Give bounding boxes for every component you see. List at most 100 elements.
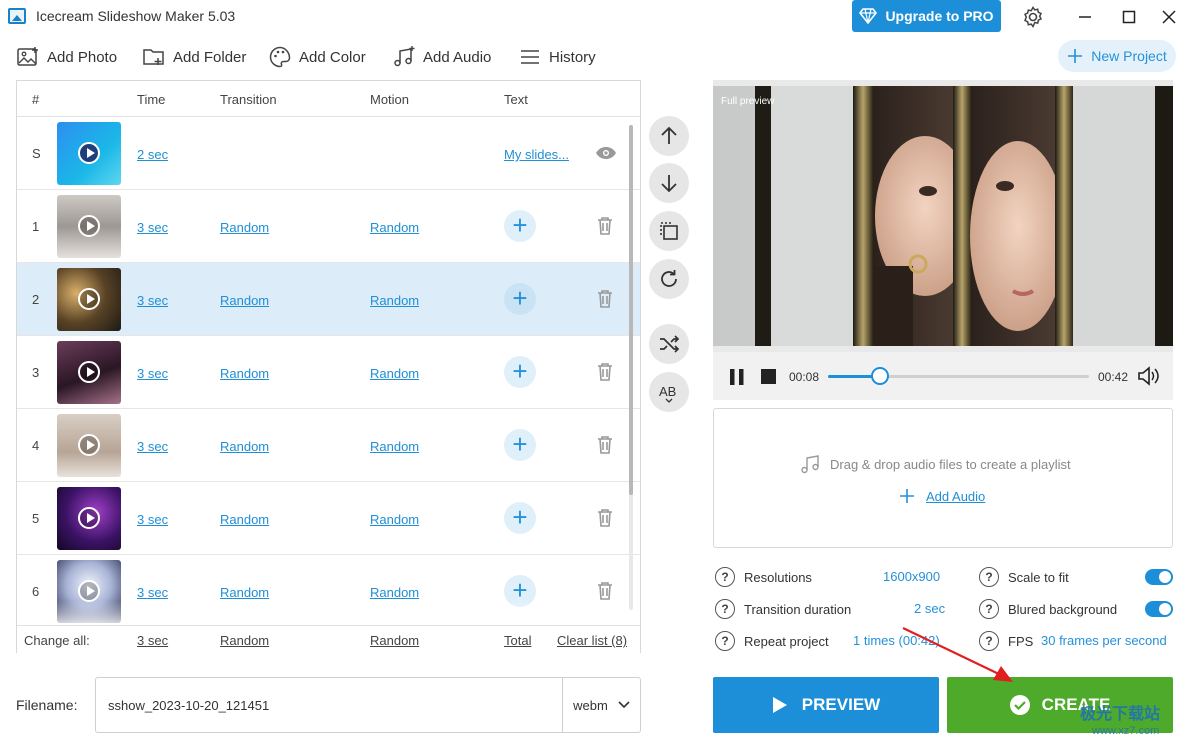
row-time[interactable]: 3 sec xyxy=(137,585,168,600)
photo-thumbnail[interactable] xyxy=(57,414,121,477)
change-all-transition[interactable]: Random xyxy=(220,633,269,648)
plus-icon[interactable] xyxy=(899,488,915,504)
photo-thumbnail[interactable] xyxy=(57,195,121,258)
trash-icon[interactable] xyxy=(596,435,614,455)
audio-drop-zone[interactable]: Drag & drop audio files to create a play… xyxy=(713,408,1173,548)
add-audio-button[interactable]: Add Audio xyxy=(392,44,491,70)
scale-to-fit-toggle[interactable] xyxy=(1145,569,1173,585)
add-text-button[interactable]: + xyxy=(504,356,536,388)
play-icon[interactable] xyxy=(78,434,100,456)
trash-icon[interactable] xyxy=(596,508,614,528)
row-transition[interactable]: Random xyxy=(220,293,269,308)
gear-icon[interactable] xyxy=(1021,5,1045,29)
total-link[interactable]: Total xyxy=(504,633,531,648)
shuffle-button[interactable] xyxy=(649,324,689,364)
history-button[interactable]: History xyxy=(518,44,596,70)
title-slide-thumbnail[interactable] xyxy=(57,122,121,185)
trash-icon[interactable] xyxy=(596,581,614,601)
add-text-button[interactable]: + xyxy=(504,502,536,534)
seek-handle[interactable] xyxy=(871,367,890,385)
row-time[interactable]: 3 sec xyxy=(137,293,168,308)
add-folder-button[interactable]: Add Folder xyxy=(142,44,246,70)
add-photo-button[interactable]: Add Photo xyxy=(16,44,117,70)
stop-icon[interactable] xyxy=(760,368,777,385)
row-transition[interactable]: Random xyxy=(220,512,269,527)
scrollbar-thumb[interactable] xyxy=(629,125,633,495)
change-all-motion[interactable]: Random xyxy=(370,633,419,648)
play-icon[interactable] xyxy=(78,215,100,237)
add-audio-link[interactable]: Add Audio xyxy=(926,489,985,504)
close-icon[interactable] xyxy=(1154,4,1184,30)
table-row[interactable]: 5 3 sec Random Random + xyxy=(17,482,640,555)
photo-thumbnail[interactable] xyxy=(57,341,121,404)
minimize-icon[interactable] xyxy=(1070,4,1100,30)
fps-value[interactable]: 30 frames per second xyxy=(1041,633,1167,648)
preview-image[interactable]: Full preview xyxy=(713,86,1173,346)
play-icon[interactable] xyxy=(78,361,100,383)
row-motion[interactable]: Random xyxy=(370,220,419,235)
clear-list-link[interactable]: Clear list (8) xyxy=(557,633,627,648)
play-icon[interactable] xyxy=(78,142,100,164)
seek-track[interactable] xyxy=(828,367,1089,385)
play-icon[interactable] xyxy=(78,507,100,529)
eye-icon[interactable] xyxy=(595,146,617,160)
row-transition[interactable]: Random xyxy=(220,220,269,235)
help-icon[interactable]: ? xyxy=(715,567,735,587)
add-color-button[interactable]: Add Color xyxy=(268,44,366,70)
row-text[interactable]: My slides... xyxy=(504,147,569,162)
row-time[interactable]: 3 sec xyxy=(137,366,168,381)
photo-thumbnail[interactable] xyxy=(57,268,121,331)
col-motion: Motion xyxy=(370,92,410,107)
table-row[interactable]: 4 3 sec Random Random + xyxy=(17,409,640,482)
blurred-background-toggle[interactable] xyxy=(1145,601,1173,617)
current-time: 00:08 xyxy=(789,370,820,384)
row-motion[interactable]: Random xyxy=(370,585,419,600)
photo-thumbnail[interactable] xyxy=(57,487,121,550)
text-style-button[interactable]: AB xyxy=(649,372,689,412)
slide-table: # Time Transition Motion Text S 2 sec My… xyxy=(16,80,641,653)
play-icon[interactable] xyxy=(78,580,100,602)
help-icon[interactable]: ? xyxy=(979,599,999,619)
filename-input[interactable] xyxy=(96,678,563,732)
row-motion[interactable]: Random xyxy=(370,366,419,381)
row-time[interactable]: 3 sec xyxy=(137,439,168,454)
rotate-button[interactable] xyxy=(649,259,689,299)
volume-icon[interactable] xyxy=(1137,365,1161,387)
add-audio-label: Add Audio xyxy=(423,48,492,66)
row-motion[interactable]: Random xyxy=(370,512,419,527)
help-icon[interactable]: ? xyxy=(715,599,735,619)
resolutions-value[interactable]: 1600x900 xyxy=(883,569,940,584)
row-motion[interactable]: Random xyxy=(370,293,419,308)
row-time[interactable]: 3 sec xyxy=(137,220,168,235)
row-time[interactable]: 3 sec xyxy=(137,512,168,527)
duplicate-button[interactable] xyxy=(649,211,689,251)
table-row[interactable]: 3 3 sec Random Random + xyxy=(17,336,640,409)
add-text-button[interactable]: + xyxy=(504,429,536,461)
table-row[interactable]: 2 3 sec Random Random + xyxy=(17,263,640,336)
move-down-button[interactable] xyxy=(649,163,689,203)
upgrade-to-pro-button[interactable]: Upgrade to PRO xyxy=(852,0,1001,32)
row-transition[interactable]: Random xyxy=(220,439,269,454)
help-icon[interactable]: ? xyxy=(979,567,999,587)
row-time[interactable]: 2 sec xyxy=(137,147,168,162)
format-select[interactable]: webm xyxy=(563,678,640,732)
help-icon[interactable]: ? xyxy=(715,631,735,651)
new-project-button[interactable]: New Project xyxy=(1058,40,1176,72)
transition-duration-value[interactable]: 2 sec xyxy=(914,601,945,616)
move-up-button[interactable] xyxy=(649,116,689,156)
row-motion[interactable]: Random xyxy=(370,439,419,454)
trash-icon[interactable] xyxy=(596,289,614,309)
row-transition[interactable]: Random xyxy=(220,585,269,600)
trash-icon[interactable] xyxy=(596,362,614,382)
add-text-button[interactable]: + xyxy=(504,210,536,242)
table-row[interactable]: 1 3 sec Random Random + xyxy=(17,190,640,263)
row-transition[interactable]: Random xyxy=(220,366,269,381)
play-icon[interactable] xyxy=(78,288,100,310)
maximize-icon[interactable] xyxy=(1114,4,1144,30)
pause-icon[interactable] xyxy=(728,368,746,386)
table-row-start[interactable]: S 2 sec My slides... xyxy=(17,117,640,190)
change-all-time[interactable]: 3 sec xyxy=(137,633,168,648)
row-number: 5 xyxy=(32,511,40,526)
trash-icon[interactable] xyxy=(596,216,614,236)
add-text-button[interactable]: + xyxy=(504,283,536,315)
